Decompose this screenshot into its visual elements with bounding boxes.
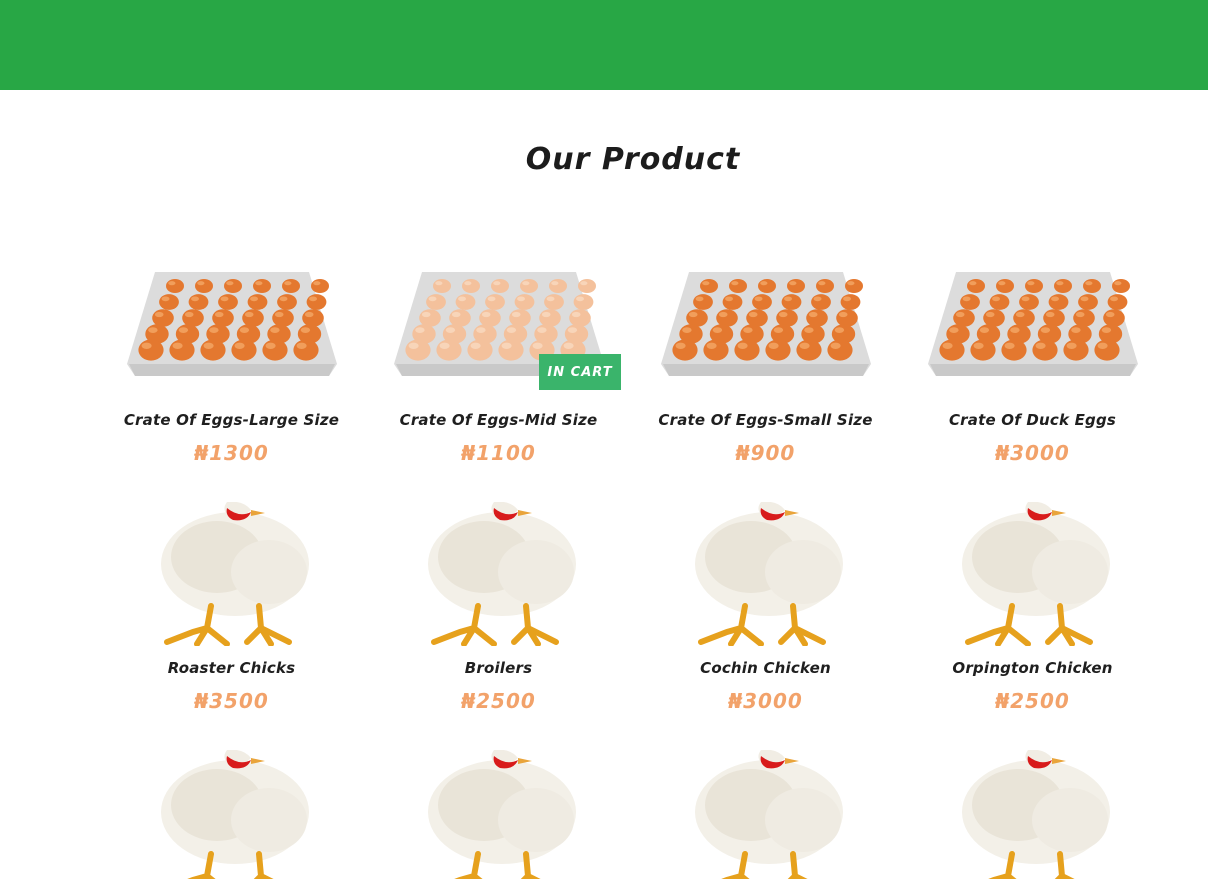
section-title: Our Product — [525, 142, 741, 177]
product-name[interactable]: Crate Of Duck Eggs — [899, 411, 1166, 429]
product-name[interactable]: Roaster Chicks — [98, 659, 365, 677]
product-image-egg-crate[interactable] — [632, 264, 899, 384]
product-name[interactable]: Crate Of Eggs-Small Size — [632, 411, 899, 429]
product-name[interactable]: Broilers — [365, 659, 632, 677]
product-image-chicken[interactable] — [98, 502, 365, 646]
product-price: ₦2500 — [461, 689, 536, 713]
product-price: ₦2500 — [995, 689, 1070, 713]
product-image-chicken[interactable] — [899, 750, 1166, 879]
product-name[interactable]: Crate Of Eggs-Large Size — [98, 411, 365, 429]
product-price: ₦1300 — [194, 441, 269, 465]
product-name[interactable]: Crate Of Eggs-Mid Size — [365, 411, 632, 429]
product-image-chicken[interactable] — [365, 502, 632, 646]
product-price: ₦1100 — [461, 441, 536, 465]
product-image-chicken[interactable] — [365, 750, 632, 879]
product-image-chicken[interactable] — [632, 502, 899, 646]
product-price: ₦900 — [735, 441, 796, 465]
product-name[interactable]: Orpington Chicken — [899, 659, 1166, 677]
product-image-chicken[interactable] — [899, 502, 1166, 646]
top-header-bar — [0, 0, 1208, 90]
product-price: ₦3000 — [728, 689, 803, 713]
product-price: ₦3000 — [995, 441, 1070, 465]
in-cart-badge: IN CART — [539, 354, 621, 390]
product-image-chicken[interactable] — [98, 750, 365, 879]
product-image-chicken[interactable] — [632, 750, 899, 879]
product-image-egg-crate[interactable] — [98, 264, 365, 384]
product-price: ₦3500 — [194, 689, 269, 713]
product-name[interactable]: Cochin Chicken — [632, 659, 899, 677]
product-image-egg-crate[interactable] — [899, 264, 1166, 384]
